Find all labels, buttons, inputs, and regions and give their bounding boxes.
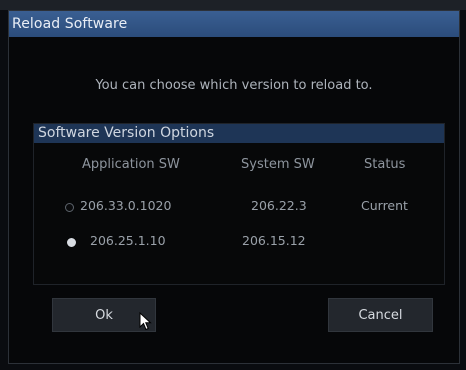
cancel-button[interactable]: Cancel bbox=[328, 298, 433, 332]
dialog-title-bar[interactable]: Reload Software bbox=[9, 11, 459, 37]
column-header-application-sw: Application SW bbox=[82, 157, 180, 172]
options-panel-title: Software Version Options bbox=[38, 125, 215, 141]
system-sw-value: 206.22.3 bbox=[251, 198, 307, 213]
version-radio-button-selected[interactable] bbox=[67, 238, 76, 247]
column-header-system-sw: System SW bbox=[241, 157, 315, 172]
dialog-message: You can choose which version to reload t… bbox=[95, 78, 373, 93]
mouse-pointer-icon bbox=[139, 312, 152, 331]
software-version-options-panel: Software Version Options Application SW … bbox=[33, 123, 445, 285]
column-header-status: Status bbox=[364, 157, 406, 172]
application-sw-value: 206.25.1.10 bbox=[90, 233, 166, 248]
options-panel-header: Software Version Options bbox=[34, 124, 444, 143]
dialog-title: Reload Software bbox=[12, 16, 128, 32]
system-sw-value: 206.15.12 bbox=[242, 233, 306, 248]
reload-software-dialog: Reload Software You can choose which ver… bbox=[8, 10, 460, 364]
application-sw-value: 206.33.0.1020 bbox=[80, 198, 172, 213]
status-value: Current bbox=[361, 198, 408, 213]
background-window-strip bbox=[0, 0, 466, 10]
version-radio-button[interactable] bbox=[65, 203, 74, 212]
